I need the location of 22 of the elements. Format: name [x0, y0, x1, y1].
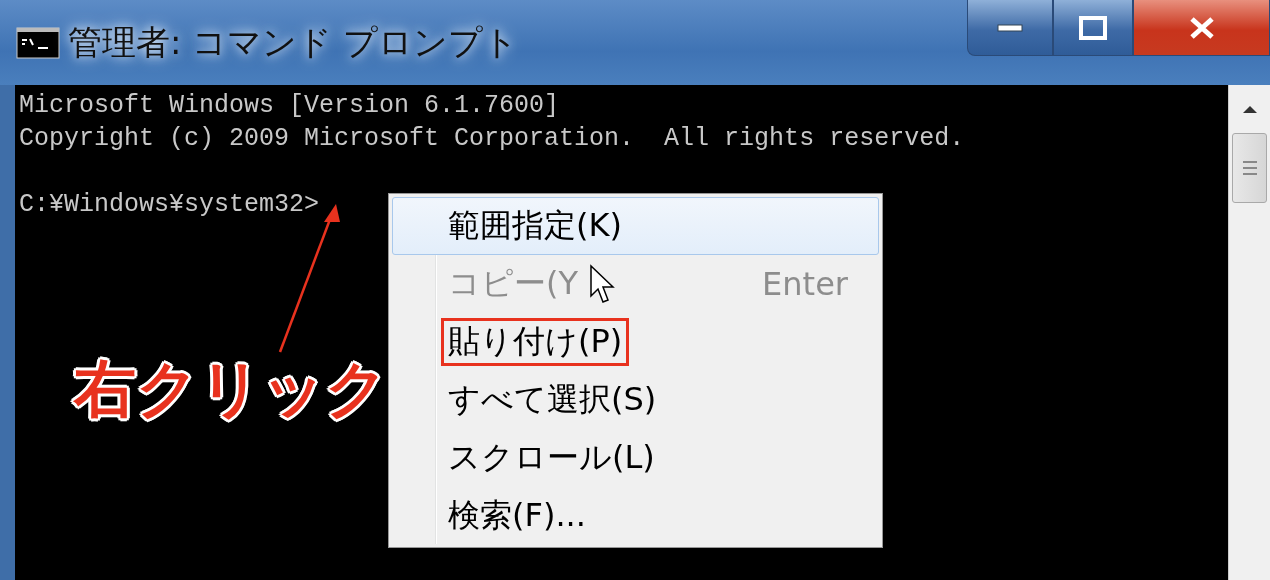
annotation-text: 右クリック: [74, 352, 388, 427]
grip-icon: [1241, 158, 1258, 178]
cursor-icon: [589, 264, 615, 306]
window-title: 管理者: コマンド プロンプト: [68, 21, 519, 64]
menu-item[interactable]: 範囲指定(K): [392, 197, 879, 255]
highlight-box: 貼り付け(P): [441, 318, 630, 366]
maximize-icon: [1079, 15, 1107, 40]
scroll-thumb[interactable]: [1232, 133, 1267, 203]
shortcut-text: Enter: [762, 264, 848, 305]
maximize-button[interactable]: [1053, 0, 1133, 56]
menu-item[interactable]: 貼り付け(P): [392, 313, 879, 371]
console-line: Copyright (c) 2009 Microsoft Corporation. All rights reserved.: [19, 123, 965, 155]
up-arrow-icon: [1241, 104, 1258, 114]
minimize-button[interactable]: [967, 0, 1053, 56]
menu-item[interactable]: スクロール(L): [392, 429, 879, 487]
command-prompt: C:¥Windows¥system32>: [19, 189, 320, 221]
close-button[interactable]: [1133, 0, 1270, 56]
minimize-icon: [997, 23, 1023, 32]
menu-item[interactable]: すべて選択(S): [392, 371, 879, 429]
menu-item[interactable]: 検索(F)...: [392, 487, 879, 545]
console-line: Microsoft Windows [Version 6.1.7600]: [19, 90, 560, 122]
command-prompt-icon: [16, 26, 60, 59]
